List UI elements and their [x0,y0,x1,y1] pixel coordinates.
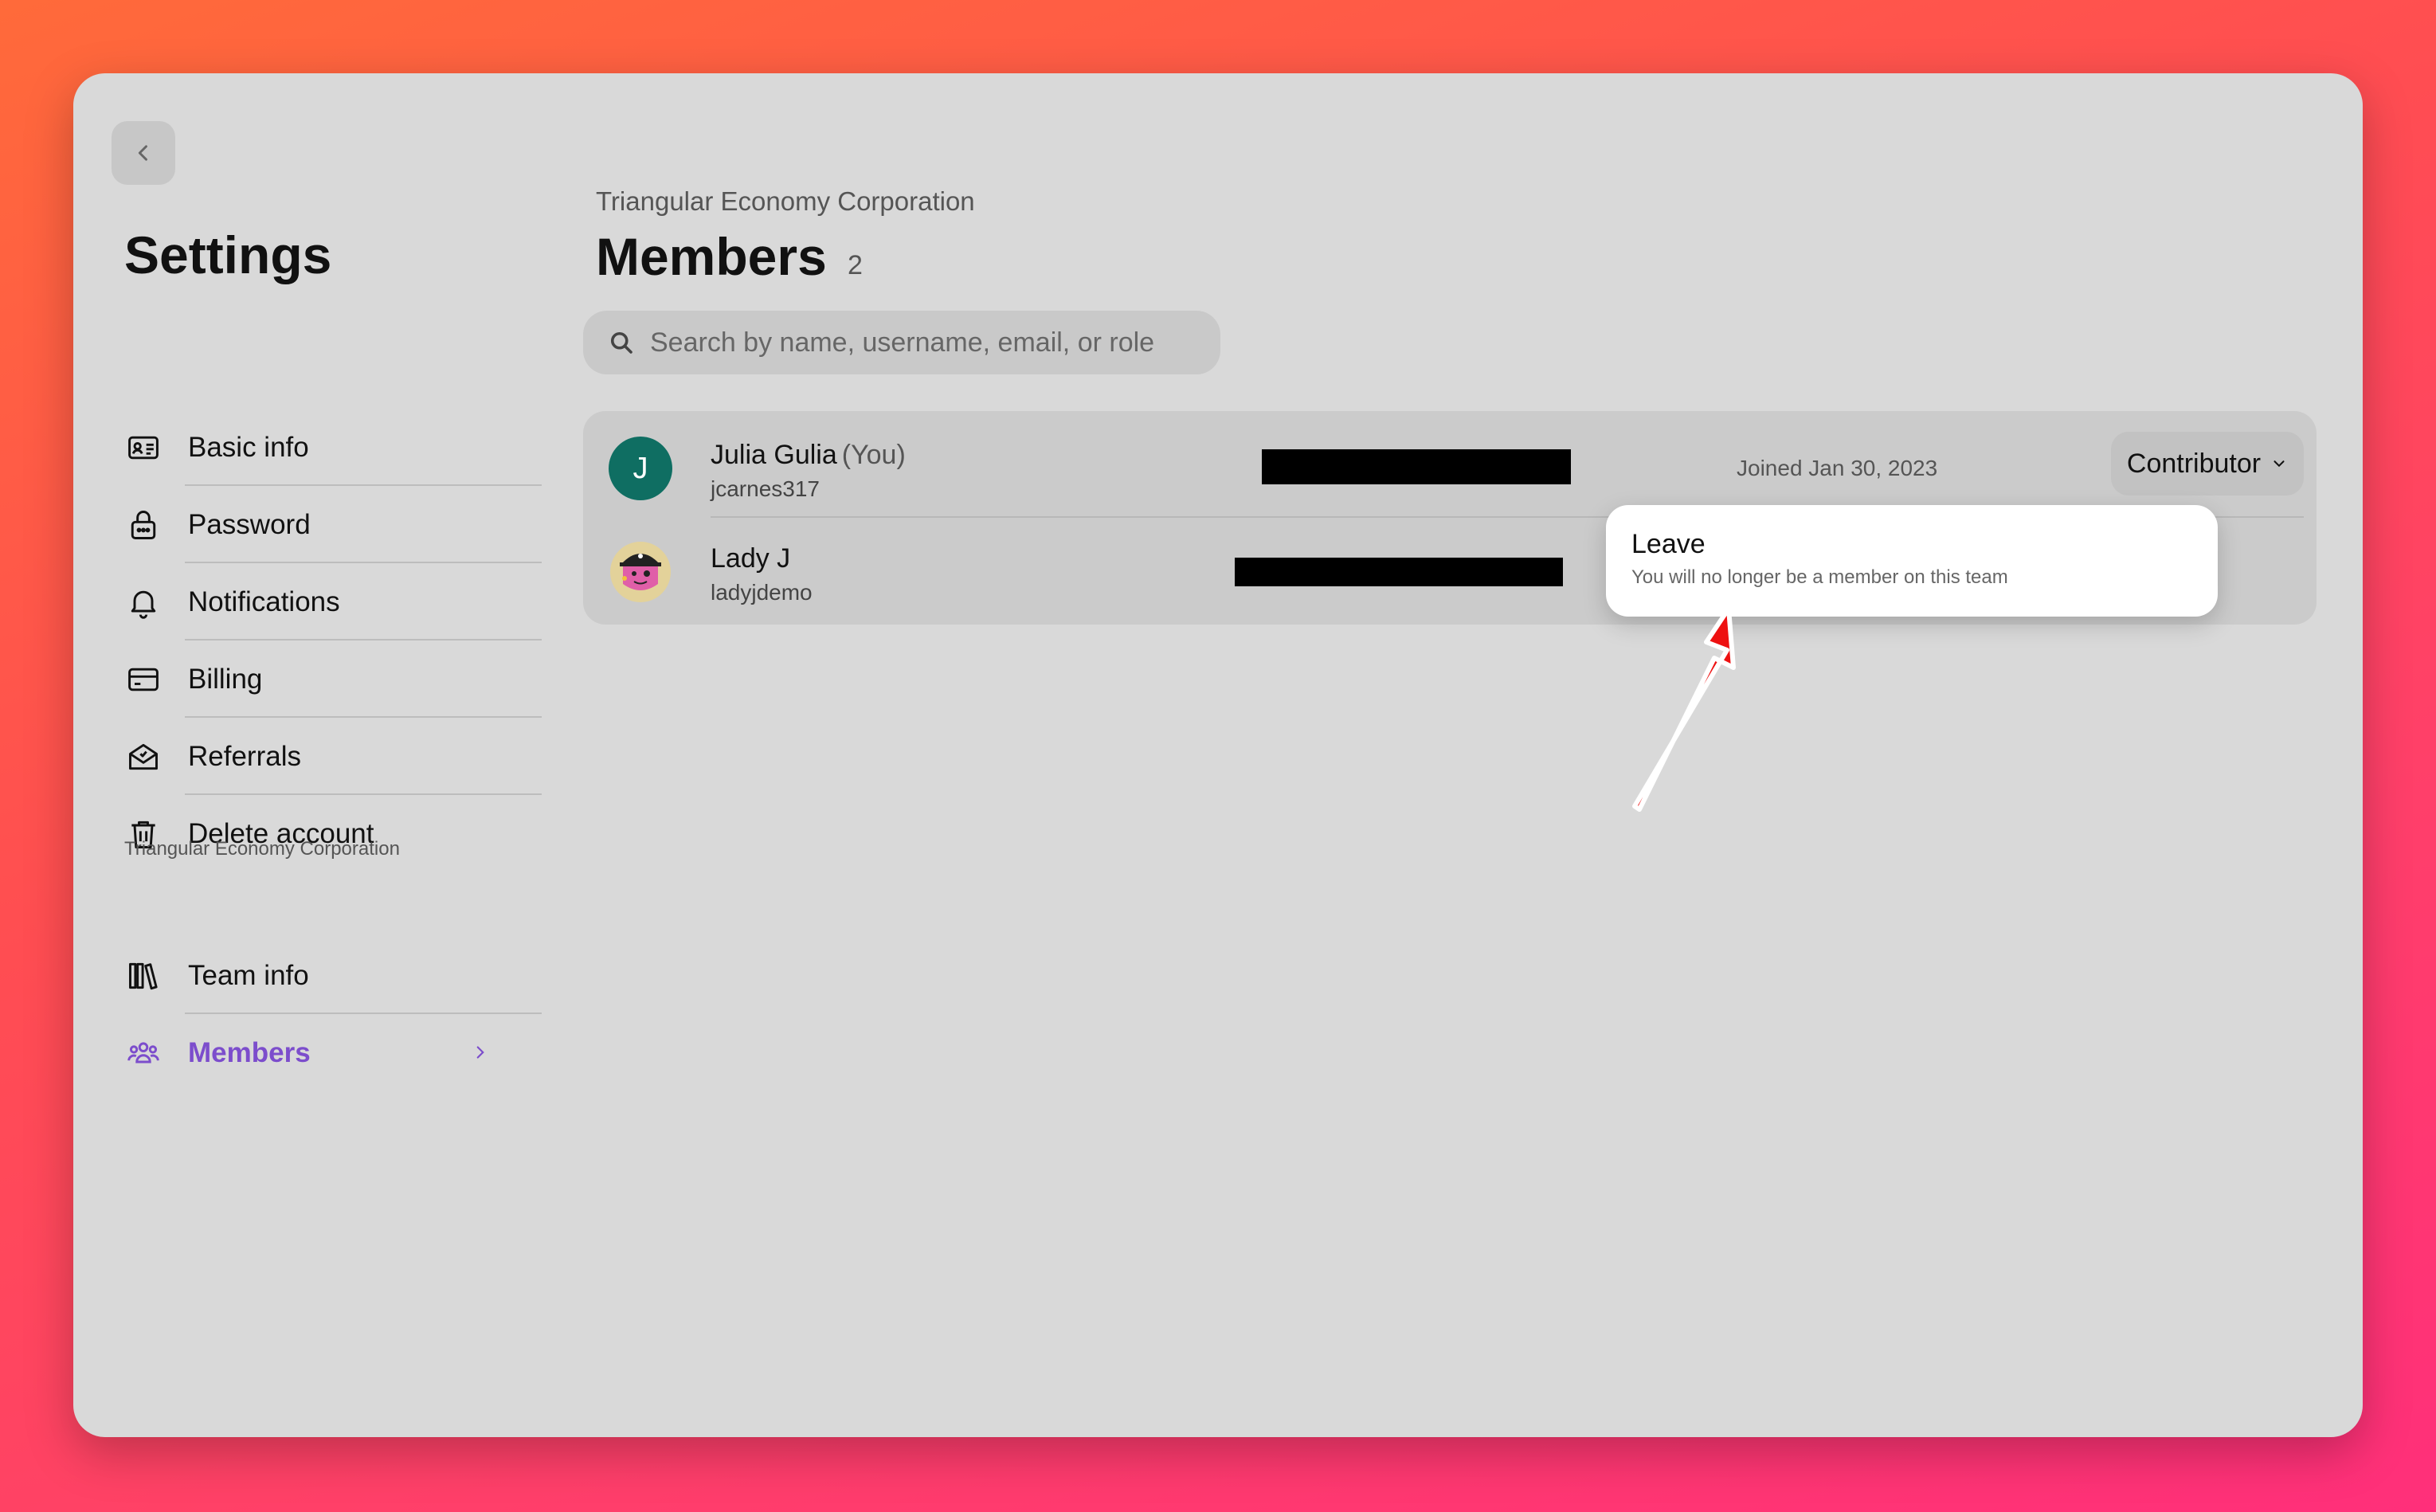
divider [185,484,542,486]
redacted-email [1262,449,1571,484]
chevron-left-icon [138,145,147,161]
divider [185,793,542,795]
annotation-arrow-icon [1632,606,1736,812]
org-name: Triangular Economy Corporation [596,186,975,216]
role-dropdown-button[interactable]: Contributor [2111,432,2304,496]
team-section-label: Triangular Economy Corporation [124,838,400,860]
sidebar-item-label: Password [188,509,311,540]
search-input[interactable] [650,327,1192,358]
settings-title: Settings [124,225,332,284]
member-name: Julia Gulia (You) [711,440,906,471]
member-username: jcarnes317 [711,476,820,501]
envelope-icon [124,738,163,776]
sidebar-item-label: Team info [188,960,309,991]
sidebar-item-label: Referrals [188,741,301,772]
settings-window: Settings Basic info Password Notificatio… [73,73,2363,1437]
member-name-text: Julia Gulia [711,440,837,470]
you-tag: (You) [841,440,906,470]
member-username: ladyjdemo [711,580,813,605]
id-card-icon [124,429,163,467]
sidebar-item-label: Basic info [188,432,309,463]
sidebar-item-members[interactable]: Members [124,1015,491,1091]
back-button[interactable] [112,121,175,185]
divider [185,716,542,718]
member-joined: Joined Jan 30, 2023 [1737,456,1938,480]
bell-icon [124,583,163,621]
people-icon [124,1034,163,1072]
pirate-avatar-icon [610,542,671,602]
chevron-right-icon [470,1042,491,1067]
page-title: Members [596,227,827,286]
avatar: J [609,437,672,500]
sidebar-item-basic-info[interactable]: Basic info [124,409,491,486]
leave-option-subtitle: You will no longer be a member on this t… [1631,566,2008,588]
sidebar-item-referrals[interactable]: Referrals [124,719,491,795]
credit-card-icon [124,660,163,699]
chevron-down-icon [2273,460,2285,468]
divider [185,562,542,563]
sidebar-item-label: Billing [188,664,263,695]
search-bar [583,311,1220,374]
books-icon [124,957,163,995]
sidebar-item-billing[interactable]: Billing [124,641,491,718]
divider [185,1013,542,1014]
sidebar-item-delete-account[interactable]: Delete account [124,796,491,872]
sidebar-item-label: Notifications [188,586,340,617]
redacted-email [1235,558,1563,586]
members-count: 2 [848,250,863,280]
search-icon [610,331,632,354]
sidebar-item-team-info[interactable]: Team info [124,938,491,1014]
member-name: Lady J [711,543,791,574]
sidebar-item-password[interactable]: Password [124,487,491,563]
leave-option-title: Leave [1631,529,1706,559]
sidebar-item-notifications[interactable]: Notifications [124,564,491,640]
divider [185,639,542,640]
table-row: J Julia Gulia (You) jcarnes317 Joined Jan… [583,416,2317,518]
avatar [609,540,672,604]
role-label: Contributor [2126,448,2262,479]
lock-icon [124,506,163,544]
sidebar-item-label: Members [188,1037,311,1068]
